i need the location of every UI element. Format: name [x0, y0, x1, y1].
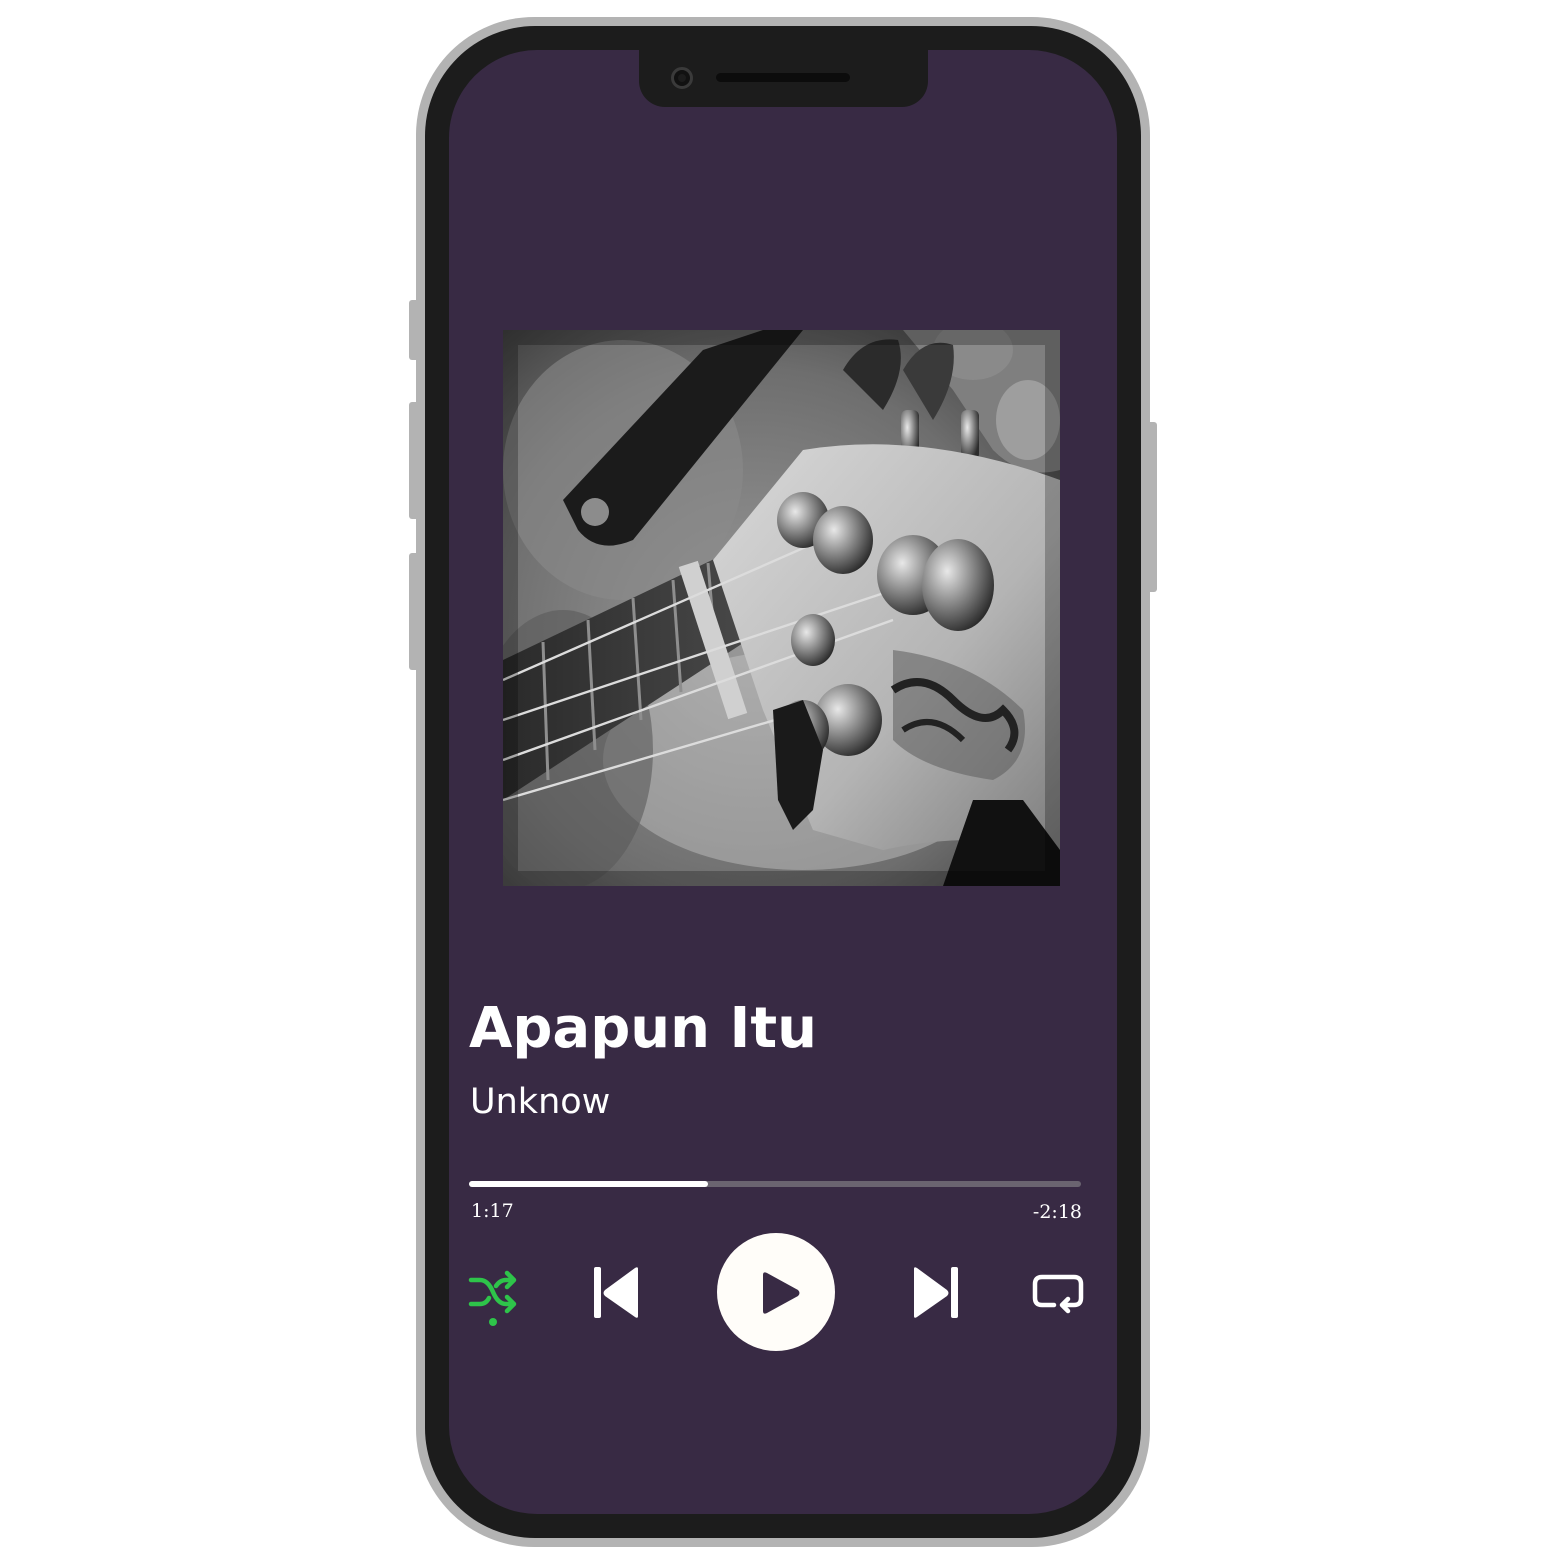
play-icon: [763, 1272, 800, 1314]
progress-bar[interactable]: [469, 1181, 1081, 1187]
volume-down-button: [409, 553, 419, 670]
album-art: [503, 330, 1060, 886]
remaining-time: -2:18: [1032, 1201, 1082, 1223]
play-button[interactable]: [717, 1233, 835, 1351]
front-camera: [671, 67, 693, 89]
album-art-image: [503, 330, 1060, 886]
power-button: [1147, 422, 1157, 592]
repeat-icon[interactable]: [1030, 1272, 1086, 1318]
song-title: Apapun Itu: [469, 996, 818, 1061]
song-artist: Unknow: [470, 1082, 611, 1122]
progress-fill: [469, 1181, 708, 1187]
skip-previous-icon[interactable]: [592, 1265, 642, 1321]
elapsed-time: 1:17: [471, 1200, 514, 1222]
mute-switch: [409, 300, 419, 360]
earpiece-speaker: [716, 73, 850, 82]
volume-up-button: [409, 402, 419, 519]
shuffle-icon[interactable]: [466, 1268, 522, 1330]
skip-next-icon[interactable]: [910, 1265, 960, 1321]
